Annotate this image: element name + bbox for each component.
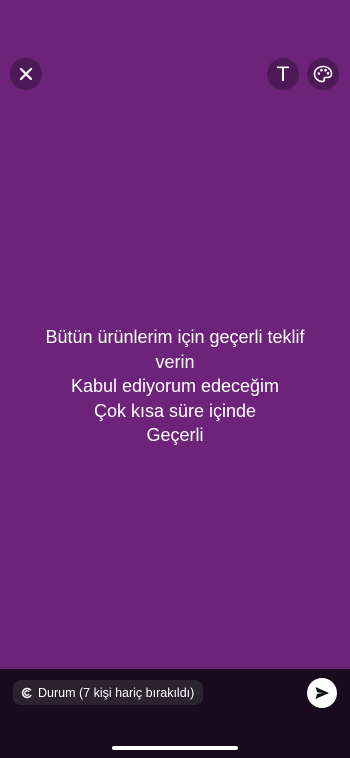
privacy-circle-icon xyxy=(21,687,32,698)
privacy-settings-button[interactable]: Durum (7 kişi hariç bırakıldı) xyxy=(13,680,204,705)
close-button[interactable] xyxy=(10,58,42,90)
color-palette-button[interactable] xyxy=(307,58,339,90)
text-tool-button[interactable]: T xyxy=(267,58,299,90)
close-icon xyxy=(19,67,33,81)
status-line: Bütün ürünlerim için geçerli teklif xyxy=(45,327,305,347)
palette-icon xyxy=(313,65,333,83)
text-tool-icon: T xyxy=(276,62,290,86)
status-line: Çok kısa süre içinde xyxy=(93,400,257,421)
status-line: verin xyxy=(155,351,195,372)
status-line: Kabul ediyorum edeceğim xyxy=(70,376,280,396)
bottom-bar: Durum (7 kişi hariç bırakıldı) xyxy=(0,669,350,758)
status-line: Geçerli xyxy=(146,425,204,445)
send-icon xyxy=(315,687,329,699)
status-editor-screen: T Bütün ürünlerim için geçerli teklif ve… xyxy=(0,0,350,758)
privacy-label: Durum (7 kişi hariç bırakıldı) xyxy=(38,685,195,700)
home-indicator xyxy=(112,746,238,750)
status-message[interactable]: Bütün ürünlerim için geçerli teklif veri… xyxy=(20,325,330,448)
send-button[interactable] xyxy=(307,678,337,708)
